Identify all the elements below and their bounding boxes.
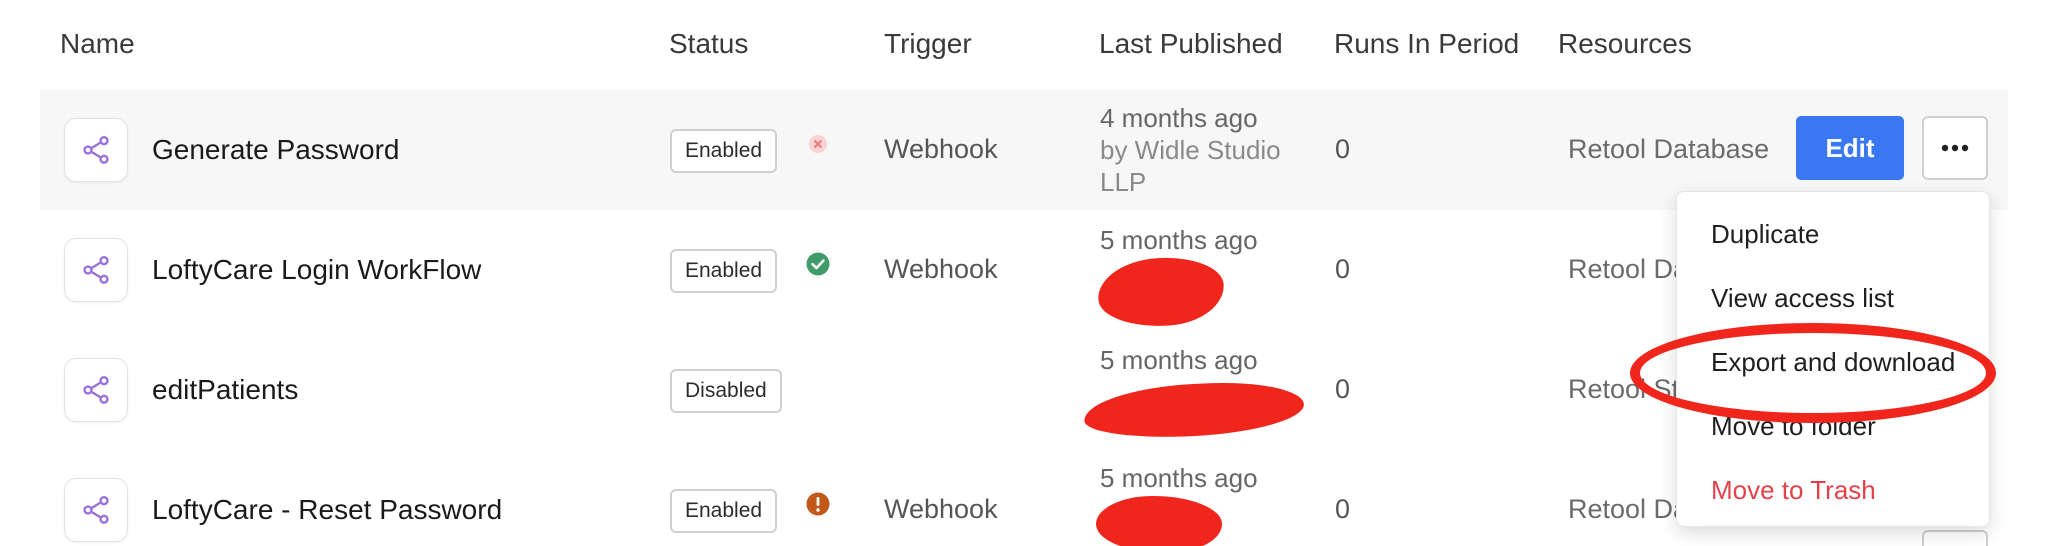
workflow-icon bbox=[64, 238, 128, 302]
column-header-trigger[interactable]: Trigger bbox=[884, 28, 972, 60]
status-badge: Disabled bbox=[670, 369, 782, 413]
last-published: 4 months ago by Widle Studio LLP bbox=[1100, 102, 1281, 198]
table-header: Name Status Trigger Last Published Runs … bbox=[0, 0, 2050, 90]
row-actions-menu: Duplicate View access list Export and do… bbox=[1676, 191, 1990, 527]
menu-item-move-to-trash[interactable]: Move to Trash bbox=[1711, 475, 1876, 506]
workflow-icon bbox=[64, 358, 128, 422]
runs-count: 0 bbox=[1335, 494, 1351, 524]
published-when: 5 months ago bbox=[1100, 345, 1258, 375]
warning-exclamation-icon bbox=[804, 490, 832, 518]
workflow-name[interactable]: LoftyCare Login WorkFlow bbox=[152, 254, 481, 286]
column-header-last-published[interactable]: Last Published bbox=[1099, 28, 1283, 60]
status-badge: Enabled bbox=[670, 489, 778, 533]
published-when: 5 months ago bbox=[1100, 463, 1258, 493]
resources: Retool Da bbox=[1568, 254, 1689, 284]
runs-count: 0 bbox=[1335, 254, 1351, 284]
workflow-name[interactable]: editPatients bbox=[152, 374, 298, 406]
published-when: 4 months ago bbox=[1100, 103, 1258, 133]
success-check-icon bbox=[804, 250, 832, 278]
menu-item-duplicate[interactable]: Duplicate bbox=[1711, 219, 1819, 250]
error-x-icon bbox=[804, 130, 832, 158]
trigger-type: Webhook bbox=[884, 134, 998, 164]
runs-count: 0 bbox=[1335, 374, 1351, 404]
published-by: by Widle Studio bbox=[1100, 135, 1281, 165]
column-header-resources[interactable]: Resources bbox=[1558, 28, 1692, 60]
edit-button[interactable]: Edit bbox=[1796, 116, 1904, 180]
more-options-button[interactable] bbox=[1922, 530, 1988, 546]
status-badge: Enabled bbox=[670, 129, 778, 173]
status-badge: Enabled bbox=[670, 249, 778, 293]
runs-count: 0 bbox=[1335, 134, 1351, 164]
column-header-status[interactable]: Status bbox=[669, 28, 748, 60]
workflow-icon bbox=[64, 118, 128, 182]
resources: Retool Da bbox=[1568, 494, 1689, 524]
workflow-icon bbox=[64, 478, 128, 542]
column-header-runs[interactable]: Runs In Period bbox=[1334, 28, 1519, 60]
more-horizontal-icon bbox=[1941, 144, 1969, 152]
last-published: 5 months ago bbox=[1100, 344, 1258, 376]
resources: Retool St bbox=[1568, 374, 1680, 404]
last-published: 5 months ago bbox=[1100, 224, 1258, 256]
menu-item-move-to-folder[interactable]: Move to folder bbox=[1711, 411, 1876, 442]
trigger-type: Webhook bbox=[884, 494, 998, 524]
last-published: 5 months ago bbox=[1100, 462, 1258, 494]
menu-item-view-access-list[interactable]: View access list bbox=[1711, 283, 1894, 314]
workflow-name[interactable]: LoftyCare - Reset Password bbox=[152, 494, 502, 526]
column-header-name[interactable]: Name bbox=[60, 28, 135, 60]
workflow-name[interactable]: Generate Password bbox=[152, 134, 399, 166]
trigger-type: Webhook bbox=[884, 254, 998, 284]
more-options-button[interactable] bbox=[1922, 116, 1988, 180]
published-by-cont: LLP bbox=[1100, 167, 1147, 197]
resources: Retool Database bbox=[1568, 134, 1770, 164]
menu-item-export-and-download[interactable]: Export and download bbox=[1711, 347, 1955, 378]
published-when: 5 months ago bbox=[1100, 225, 1258, 255]
